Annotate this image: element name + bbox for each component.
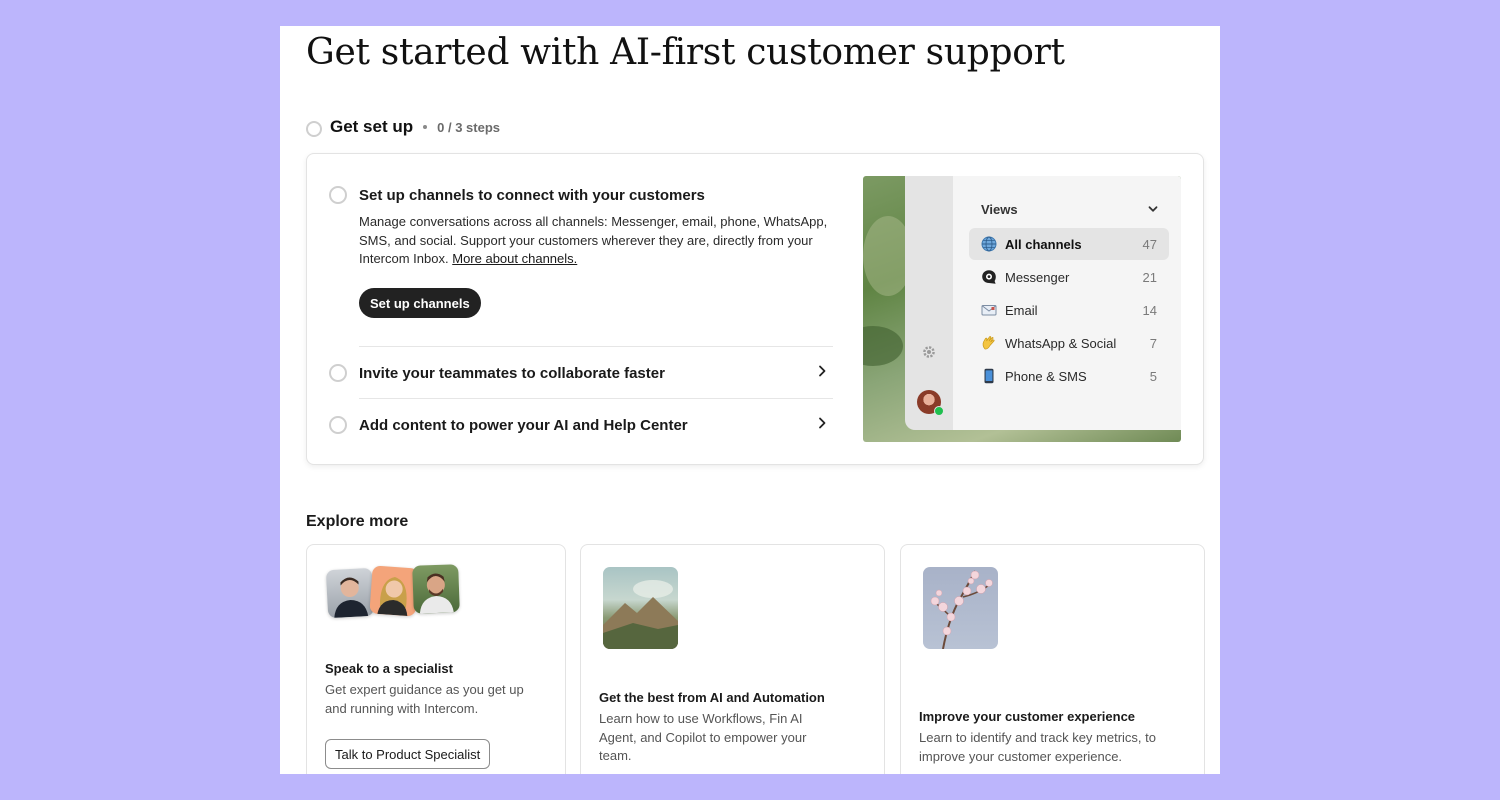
step-title: Invite your teammates to collaborate fas… (359, 365, 665, 382)
globe-icon (981, 236, 997, 252)
waving-hand-icon (982, 336, 995, 350)
mountain-painting-image (603, 567, 678, 649)
separator-dot (423, 125, 428, 129)
views-title: Views (981, 202, 1018, 217)
blossom-painting-image (923, 567, 998, 649)
person-silhouette-icon (419, 573, 454, 614)
step-description-text: Manage conversations across all channels… (359, 214, 828, 266)
setup-status-circle-icon (306, 121, 322, 137)
views-header[interactable]: Views (981, 202, 1159, 217)
step-checkbox-circle-icon[interactable] (329, 416, 347, 434)
view-count: 5 (1149, 369, 1157, 384)
talk-to-product-specialist-button[interactable]: Talk to Product Specialist (325, 739, 491, 769)
explore-card-customer-experience[interactable]: Improve your customer experience Learn t… (900, 544, 1205, 774)
gear-icon[interactable] (921, 344, 937, 360)
onboarding-page: Get started with AI-first customer suppo… (280, 26, 1220, 774)
explore-more-title: Explore more (306, 513, 409, 530)
specialist-avatar (412, 564, 460, 614)
step-add-content[interactable]: Add content to power your AI and Help Ce… (329, 399, 833, 451)
setup-steps-card: Set up channels to connect with your cus… (306, 153, 1204, 465)
page-title: Get started with AI-first customer suppo… (306, 32, 1065, 73)
app-side-rail (905, 176, 953, 430)
step-title: Set up channels to connect with your cus… (359, 187, 705, 204)
explore-card-ai-automation[interactable]: Get the best from AI and Automation Lear… (580, 544, 885, 774)
card-description: Learn how to use Workflows, Fin AI Agent… (599, 711, 807, 763)
person-silhouette-icon (377, 577, 408, 616)
step-checkbox-circle-icon[interactable] (329, 364, 347, 382)
view-count: 21 (1142, 270, 1157, 285)
card-description: Get expert guidance as you get up and ru… (325, 682, 524, 716)
blossom-branch-icon (930, 570, 993, 649)
user-avatar[interactable] (917, 390, 944, 416)
view-item-messenger[interactable]: Messenger 21 (969, 261, 1169, 293)
mountain-icon (603, 580, 678, 649)
view-label: WhatsApp & Social (1005, 336, 1117, 351)
view-count: 7 (1149, 336, 1157, 351)
view-count: 47 (1142, 237, 1157, 252)
setup-progress: 0 / 3 steps (437, 119, 500, 135)
setup-title: Get set up (330, 117, 414, 136)
chevron-down-icon (1148, 206, 1158, 212)
view-count: 14 (1142, 303, 1157, 318)
more-about-channels-link[interactable]: More about channels. (452, 251, 577, 266)
landscape-shape (863, 326, 903, 366)
explore-card-specialist: Speak to a specialist Get expert guidanc… (306, 544, 566, 774)
view-item-whatsapp-social[interactable]: WhatsApp & Social 7 (969, 327, 1169, 359)
view-label: Email (1005, 303, 1038, 318)
person-silhouette-icon (334, 577, 369, 618)
specialist-avatar (369, 565, 419, 617)
view-label: All channels (1005, 237, 1082, 252)
step-checkbox-circle-icon[interactable] (329, 186, 347, 204)
step-title: Add content to power your AI and Help Ce… (359, 417, 688, 434)
card-title: Speak to a specialist (325, 661, 453, 676)
online-status-dot (934, 406, 944, 416)
envelope-icon (981, 305, 997, 316)
setup-header: Get set up 0 / 3 steps (306, 116, 500, 138)
view-item-email[interactable]: Email 14 (969, 294, 1169, 326)
chevron-right-icon (819, 365, 826, 377)
mobile-phone-icon (984, 368, 994, 384)
step-invite-teammates[interactable]: Invite your teammates to collaborate fas… (329, 347, 833, 399)
set-up-channels-button[interactable]: Set up channels (359, 288, 481, 318)
view-label: Messenger (1005, 270, 1070, 285)
chevron-right-icon (819, 417, 826, 429)
card-title: Improve your customer experience (919, 709, 1136, 724)
view-label: Phone & SMS (1005, 369, 1087, 384)
card-description: Learn to identify and track key metrics,… (919, 730, 1156, 764)
channels-preview-image: Views All channels 47 Messenger 21 Email… (863, 176, 1181, 442)
view-item-phone-sms[interactable]: Phone & SMS 5 (969, 360, 1169, 392)
view-item-all-channels[interactable]: All channels 47 (969, 228, 1169, 260)
views-panel: Views All channels 47 Messenger 21 Email… (953, 176, 1181, 430)
specialist-avatar (325, 567, 375, 619)
card-title: Get the best from AI and Automation (599, 690, 825, 705)
messenger-icon (982, 270, 996, 284)
step-description: Manage conversations across all channels… (359, 213, 829, 269)
